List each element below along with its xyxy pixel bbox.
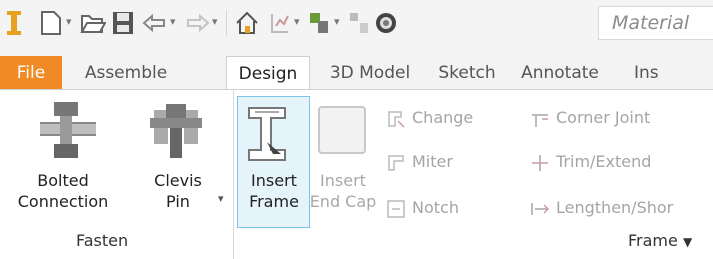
insert-end-cap-button[interactable]: Insert End Cap [308,170,378,212]
notch-icon [387,199,405,218]
ribbon-tabs: File Assemble Design 3D Model Sketch Ann… [0,56,713,91]
clevis-pin-button[interactable]: Clevis Pin [142,170,214,212]
material-value[interactable]: Material [612,12,689,34]
frame-panel-title: Frame [628,231,678,250]
insert-end-cap-icon[interactable] [318,106,366,154]
clevis-pin-icon[interactable] [150,102,202,160]
corner-joint-icon [532,113,548,127]
bolted-connection-label-1: Bolted [37,171,89,190]
undo-icon[interactable] [142,14,166,32]
trim-extend-label: Trim/Extend [556,152,652,171]
app-logo-icon[interactable] [6,10,22,36]
ribbon-content: Bolted Connection Clevis Pin ▾ Fasten In… [0,89,713,259]
frame-panel-dropdown-icon[interactable]: ▼ [683,235,692,249]
change-icon [388,110,405,128]
select-priority-icon[interactable] [308,11,330,35]
notch-label: Notch [412,198,459,217]
tab-inspect[interactable]: Ins [624,56,713,90]
trim-extend-button[interactable]: Trim/Extend [530,152,651,173]
panel-title-frame[interactable]: Frame ▼ [628,231,692,250]
change-button[interactable]: Change [386,108,473,129]
appearance-icon[interactable] [374,11,398,35]
lengthen-shorten-label: Lengthen/Shor [556,198,674,217]
tab-file[interactable]: File [0,56,62,90]
change-label: Change [412,108,474,127]
bolted-connection-label-2: Connection [17,192,109,211]
miter-button[interactable]: Miter [386,152,453,173]
lengthen-shorten-button[interactable]: Lengthen/Shor [530,198,673,219]
tab-assemble[interactable]: Assemble [74,56,178,90]
panel-divider [233,90,234,259]
new-dropdown-icon[interactable]: ▾ [66,15,72,28]
bolted-connection-button[interactable]: Bolted Connection [8,170,118,212]
update-icon[interactable] [268,10,292,36]
clevis-pin-label-2: Pin [166,192,190,211]
lengthen-shorten-icon [531,202,550,215]
notch-button[interactable]: Notch [386,198,459,219]
home-icon[interactable] [234,10,260,36]
redo-icon[interactable] [186,14,210,32]
miter-label: Miter [412,152,453,171]
trim-extend-icon [532,154,548,171]
bolted-connection-icon[interactable] [40,102,96,162]
insert-frame-icon [248,107,286,161]
clevis-pin-dropdown-icon[interactable]: ▾ [218,192,224,205]
new-file-icon[interactable] [40,10,62,36]
update-dropdown-icon[interactable]: ▾ [294,15,300,28]
open-folder-icon[interactable] [80,12,106,34]
clevis-pin-label-1: Clevis [154,171,202,190]
panel-title-fasten: Fasten [76,231,129,250]
insert-frame-label-1: Insert [251,171,297,190]
tab-3d-model[interactable]: 3D Model [318,56,422,90]
undo-dropdown-icon[interactable]: ▾ [170,15,176,28]
insert-end-cap-label-2: End Cap [309,192,377,211]
measure-icon[interactable] [348,11,370,35]
miter-icon [388,154,404,171]
insert-frame-label: Insert Frame [238,170,310,212]
tab-design[interactable]: Design [226,56,310,91]
insert-frame-label-2: Frame [249,192,299,211]
quick-access-toolbar: ▾ ▾ ▾ ▾ ▾ Material [0,0,713,48]
corner-joint-label: Corner Joint [556,108,651,127]
toolbar-divider [226,10,227,36]
redo-dropdown-icon[interactable]: ▾ [212,15,218,28]
tab-annotate[interactable]: Annotate [512,56,608,90]
save-icon[interactable] [112,11,134,35]
tab-sketch[interactable]: Sketch [428,56,506,90]
corner-joint-button[interactable]: Corner Joint [530,108,650,129]
insert-end-cap-label-1: Insert [320,171,366,190]
select-dropdown-icon[interactable]: ▾ [334,15,340,28]
